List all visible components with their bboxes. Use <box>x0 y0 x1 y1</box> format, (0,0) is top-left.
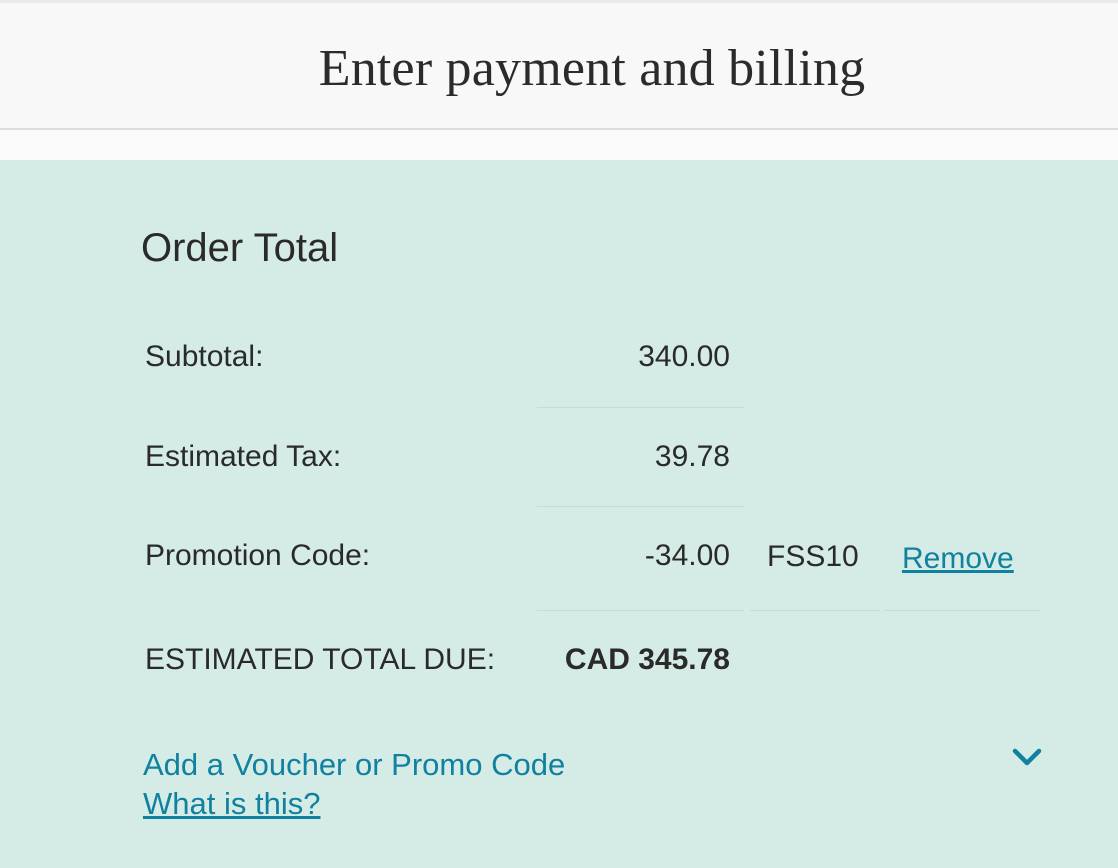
page-title: Enter payment and billing <box>318 40 866 97</box>
subtotal-value: 340.00 <box>638 340 730 373</box>
estimated-total-value: CAD 345.78 <box>564 643 730 676</box>
row-divider <box>750 610 880 611</box>
promotion-code-value: -34.00 <box>644 539 730 572</box>
estimated-total-label: ESTIMATED TOTAL DUE: <box>145 643 496 676</box>
promotion-code-text: FSS10 <box>767 540 859 573</box>
page-header: Enter payment and billing <box>0 0 1118 130</box>
chevron-down-icon[interactable] <box>1011 746 1043 770</box>
subtotal-label: Subtotal: <box>145 340 264 373</box>
row-divider <box>537 506 744 507</box>
order-total-heading: Order Total <box>141 226 339 270</box>
what-is-this-link[interactable]: What is this? <box>143 786 320 822</box>
estimated-tax-label: Estimated Tax: <box>145 440 342 473</box>
add-voucher-link[interactable]: Add a Voucher or Promo Code <box>143 747 565 783</box>
promotion-code-label: Promotion Code: <box>145 539 371 572</box>
header-spacer <box>0 130 1118 160</box>
row-divider <box>537 407 744 408</box>
row-divider <box>537 610 744 611</box>
estimated-tax-value: 39.78 <box>654 440 730 473</box>
row-divider <box>884 610 1040 611</box>
remove-promo-link[interactable]: Remove <box>902 542 1014 576</box>
